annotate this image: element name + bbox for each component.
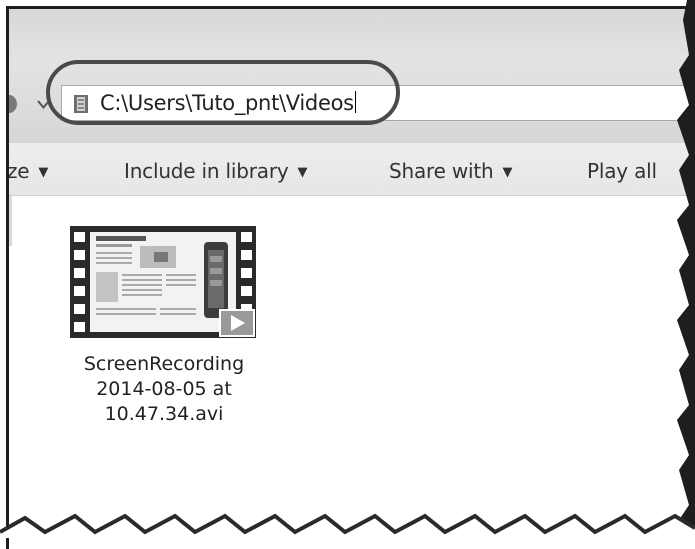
torn-edge-bottom xyxy=(0,513,695,538)
include-in-library-button[interactable]: Include in library ▼ xyxy=(124,159,308,183)
organize-button[interactable]: ze ▼ xyxy=(7,159,49,183)
torn-edge-right xyxy=(677,0,695,538)
organize-label: ze xyxy=(7,159,30,183)
playall-label: Play all xyxy=(587,159,657,183)
file-name: ScreenRecording 2014-08-05 at 10.47.34.a… xyxy=(83,353,245,425)
chevron-down-icon: ▼ xyxy=(38,165,49,180)
navigation-pane-edge xyxy=(9,196,12,246)
chevron-down-icon: ▼ xyxy=(297,165,308,180)
share-with-button[interactable]: Share with ▼ xyxy=(389,159,513,183)
video-file-icon xyxy=(70,226,256,338)
back-button[interactable] xyxy=(9,95,17,113)
title-bar: C:\Users\Tuto_pnt\Videos xyxy=(9,9,695,143)
command-bar: ze ▼ Include in library ▼ Share with ▼ Play… xyxy=(9,143,695,196)
explorer-window: C:\Users\Tuto_pnt\Videos ze ▼ Include in … xyxy=(6,6,695,549)
play-all-button[interactable]: Play all xyxy=(587,159,657,183)
file-item[interactable]: ScreenRecording 2014-08-05 at 10.47.34.a… xyxy=(64,226,264,425)
include-label: Include in library xyxy=(124,159,289,183)
highlight-annotation xyxy=(46,60,400,125)
file-list: ScreenRecording 2014-08-05 at 10.47.34.a… xyxy=(9,196,695,549)
share-label: Share with xyxy=(389,159,494,183)
chevron-down-icon: ▼ xyxy=(502,165,513,180)
